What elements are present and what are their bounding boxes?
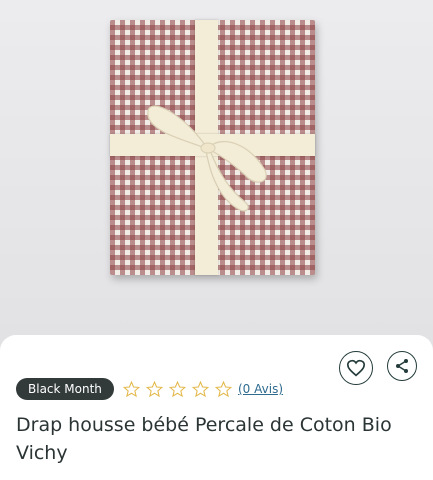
ribbon-bow xyxy=(147,105,267,212)
reviews-link[interactable]: (0 Avis) xyxy=(238,382,283,396)
star-outline-icon xyxy=(168,380,187,398)
product-title: Drap housse bébé Percale de Coton Bio Vi… xyxy=(16,414,392,464)
share-button[interactable] xyxy=(387,351,417,381)
star-outline-icon xyxy=(191,380,210,398)
heart-icon xyxy=(346,359,366,377)
share-icon xyxy=(396,359,408,373)
star-outline-icon xyxy=(145,380,164,398)
favorite-button[interactable] xyxy=(339,351,373,385)
product-image[interactable] xyxy=(0,0,433,345)
star-outline-icon xyxy=(122,380,141,398)
product-info-card: Black Month (0 Avis) Drap housse bébé Pe… xyxy=(0,335,433,480)
rating-stars[interactable] xyxy=(122,380,233,398)
star-outline-icon xyxy=(214,380,233,398)
promo-badge: Black Month xyxy=(16,378,114,400)
